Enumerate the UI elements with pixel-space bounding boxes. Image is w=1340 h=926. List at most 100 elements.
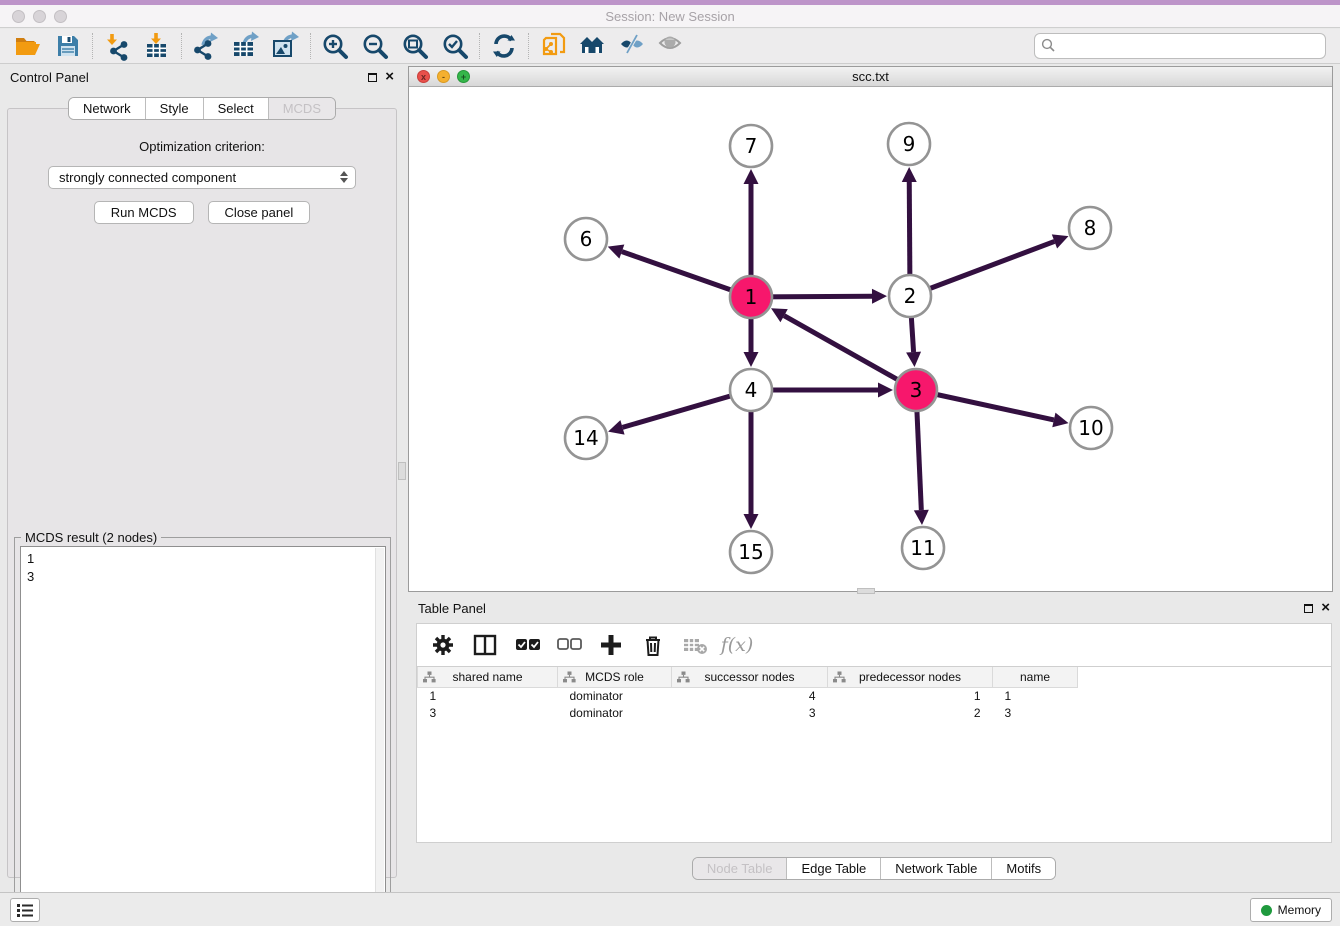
hide-graphics-icon[interactable] bbox=[613, 30, 653, 62]
app-title: Session: New Session bbox=[0, 9, 1340, 24]
main-toolbar bbox=[0, 29, 1340, 64]
toolbar-separator bbox=[479, 33, 480, 59]
hierarchy-icon bbox=[563, 671, 576, 686]
mcds-result-list[interactable]: 13 bbox=[20, 546, 386, 904]
open-session-icon[interactable] bbox=[8, 30, 48, 62]
table-cell: 1 bbox=[828, 687, 993, 704]
select-all-columns-icon[interactable] bbox=[509, 628, 545, 662]
zoom-selected-icon[interactable] bbox=[435, 30, 475, 62]
graph-node-8[interactable]: 8 bbox=[1069, 207, 1111, 249]
table-cell: 3 bbox=[993, 704, 1078, 721]
app-titlebar: Session: New Session bbox=[0, 5, 1340, 28]
column-header-name[interactable]: name bbox=[993, 667, 1078, 687]
graph-node-14[interactable]: 14 bbox=[565, 417, 607, 459]
tab-edge-table[interactable]: Edge Table bbox=[787, 858, 881, 879]
column-header-MCDS-role[interactable]: MCDS role bbox=[558, 667, 672, 687]
vertical-splitter-handle[interactable] bbox=[398, 462, 406, 480]
mcds-result-line: 3 bbox=[27, 568, 379, 586]
tab-motifs[interactable]: Motifs bbox=[992, 858, 1055, 879]
graph-node-9[interactable]: 9 bbox=[888, 123, 930, 165]
graph-node-10[interactable]: 10 bbox=[1070, 407, 1112, 449]
arrowhead-2-9 bbox=[902, 167, 917, 182]
memory-status-dot bbox=[1261, 905, 1272, 916]
graph-node-1[interactable]: 1 bbox=[730, 276, 772, 318]
show-graphics-disabled-icon[interactable] bbox=[653, 30, 693, 62]
svg-text:2: 2 bbox=[904, 284, 917, 308]
tab-network-table[interactable]: Network Table bbox=[881, 858, 992, 879]
svg-text:6: 6 bbox=[580, 227, 593, 251]
tab-mcds[interactable]: MCDS bbox=[269, 98, 335, 119]
svg-text:10: 10 bbox=[1078, 416, 1103, 440]
float-table-panel-icon[interactable] bbox=[1304, 604, 1313, 613]
delete-column-icon[interactable] bbox=[635, 628, 671, 662]
arrowhead-3-10 bbox=[1052, 413, 1068, 428]
tab-select[interactable]: Select bbox=[204, 98, 269, 119]
tab-node-table[interactable]: Node Table bbox=[693, 858, 788, 879]
import-network-icon[interactable] bbox=[97, 30, 137, 62]
search-input[interactable] bbox=[1034, 33, 1326, 59]
graph-node-2[interactable]: 2 bbox=[889, 275, 931, 317]
criterion-value: strongly connected component bbox=[59, 170, 236, 185]
export-table-icon[interactable] bbox=[226, 30, 266, 62]
first-neighbors-icon[interactable] bbox=[533, 30, 573, 62]
task-list-icon bbox=[16, 903, 34, 918]
table-row[interactable]: 1dominator411 bbox=[418, 687, 1078, 704]
run-mcds-button[interactable]: Run MCDS bbox=[94, 201, 194, 224]
task-history-button[interactable] bbox=[10, 898, 40, 922]
table-cell: 1 bbox=[993, 687, 1078, 704]
mcds-tab-content: Optimization criterion: strongly connect… bbox=[7, 108, 397, 878]
tab-network[interactable]: Network bbox=[69, 98, 146, 119]
table-toolbar: f(x) bbox=[416, 623, 1332, 667]
memory-button[interactable]: Memory bbox=[1250, 898, 1332, 922]
column-header-successor-nodes[interactable]: successor nodes bbox=[672, 667, 828, 687]
save-session-icon[interactable] bbox=[48, 30, 88, 62]
float-panel-icon[interactable] bbox=[368, 73, 377, 82]
column-header-predecessor-nodes[interactable]: predecessor nodes bbox=[828, 667, 993, 687]
column-header-shared-name[interactable]: shared name bbox=[418, 667, 558, 687]
home-layout-icon[interactable] bbox=[573, 30, 613, 62]
network-canvas[interactable]: 1 2 3 4 6 7 8 9 10 11 14 15 bbox=[409, 87, 1332, 591]
zoom-fit-icon[interactable] bbox=[395, 30, 435, 62]
export-image-icon[interactable] bbox=[266, 30, 306, 62]
table-panel: Table Panel × f(x) shared nameMCDS roles… bbox=[408, 595, 1340, 890]
toggle-column-pane-icon[interactable] bbox=[467, 628, 503, 662]
table-tabs: Node TableEdge TableNetwork TableMotifs bbox=[408, 857, 1340, 880]
svg-text:7: 7 bbox=[745, 134, 758, 158]
hierarchy-icon bbox=[677, 671, 690, 686]
network-graph: 1 2 3 4 6 7 8 9 10 11 14 15 bbox=[409, 87, 1332, 591]
zoom-out-icon[interactable] bbox=[355, 30, 395, 62]
close-table-panel-icon[interactable]: × bbox=[1321, 603, 1330, 613]
unselect-all-columns-icon[interactable] bbox=[551, 628, 587, 662]
select-stepper-icon bbox=[340, 171, 348, 183]
table-row[interactable]: 3dominator323 bbox=[418, 704, 1078, 721]
svg-text:3: 3 bbox=[910, 378, 923, 402]
tab-style[interactable]: Style bbox=[146, 98, 204, 119]
import-table-icon[interactable] bbox=[137, 30, 177, 62]
delete-table-icon bbox=[677, 628, 713, 662]
table-settings-gear-icon[interactable] bbox=[425, 628, 461, 662]
arrowhead-3-11 bbox=[914, 510, 929, 525]
graph-node-6[interactable]: 6 bbox=[565, 218, 607, 260]
close-panel-icon[interactable]: × bbox=[385, 72, 394, 82]
zoom-in-icon[interactable] bbox=[315, 30, 355, 62]
close-panel-button[interactable]: Close panel bbox=[208, 201, 311, 224]
export-network-icon[interactable] bbox=[186, 30, 226, 62]
toolbar-separator bbox=[92, 33, 93, 59]
horizontal-splitter-handle[interactable] bbox=[857, 588, 875, 594]
graph-node-4[interactable]: 4 bbox=[730, 369, 772, 411]
network-window-titlebar[interactable]: x - + scc.txt bbox=[409, 67, 1332, 87]
toolbar-separator bbox=[181, 33, 182, 59]
criterion-select[interactable]: strongly connected component bbox=[48, 166, 356, 189]
result-scrollbar[interactable] bbox=[375, 548, 384, 904]
refresh-network-icon[interactable] bbox=[484, 30, 524, 62]
svg-text:9: 9 bbox=[903, 132, 916, 156]
graph-node-15[interactable]: 15 bbox=[730, 531, 772, 573]
graph-node-11[interactable]: 11 bbox=[902, 527, 944, 569]
table-cell: 2 bbox=[828, 704, 993, 721]
add-column-icon[interactable] bbox=[593, 628, 629, 662]
mcds-result-group: MCDS result (2 nodes) 13 bbox=[14, 537, 391, 910]
graph-node-7[interactable]: 7 bbox=[730, 125, 772, 167]
arrowhead-2-3 bbox=[906, 352, 921, 367]
graph-node-3[interactable]: 3 bbox=[895, 369, 937, 411]
search-icon bbox=[1041, 38, 1056, 56]
